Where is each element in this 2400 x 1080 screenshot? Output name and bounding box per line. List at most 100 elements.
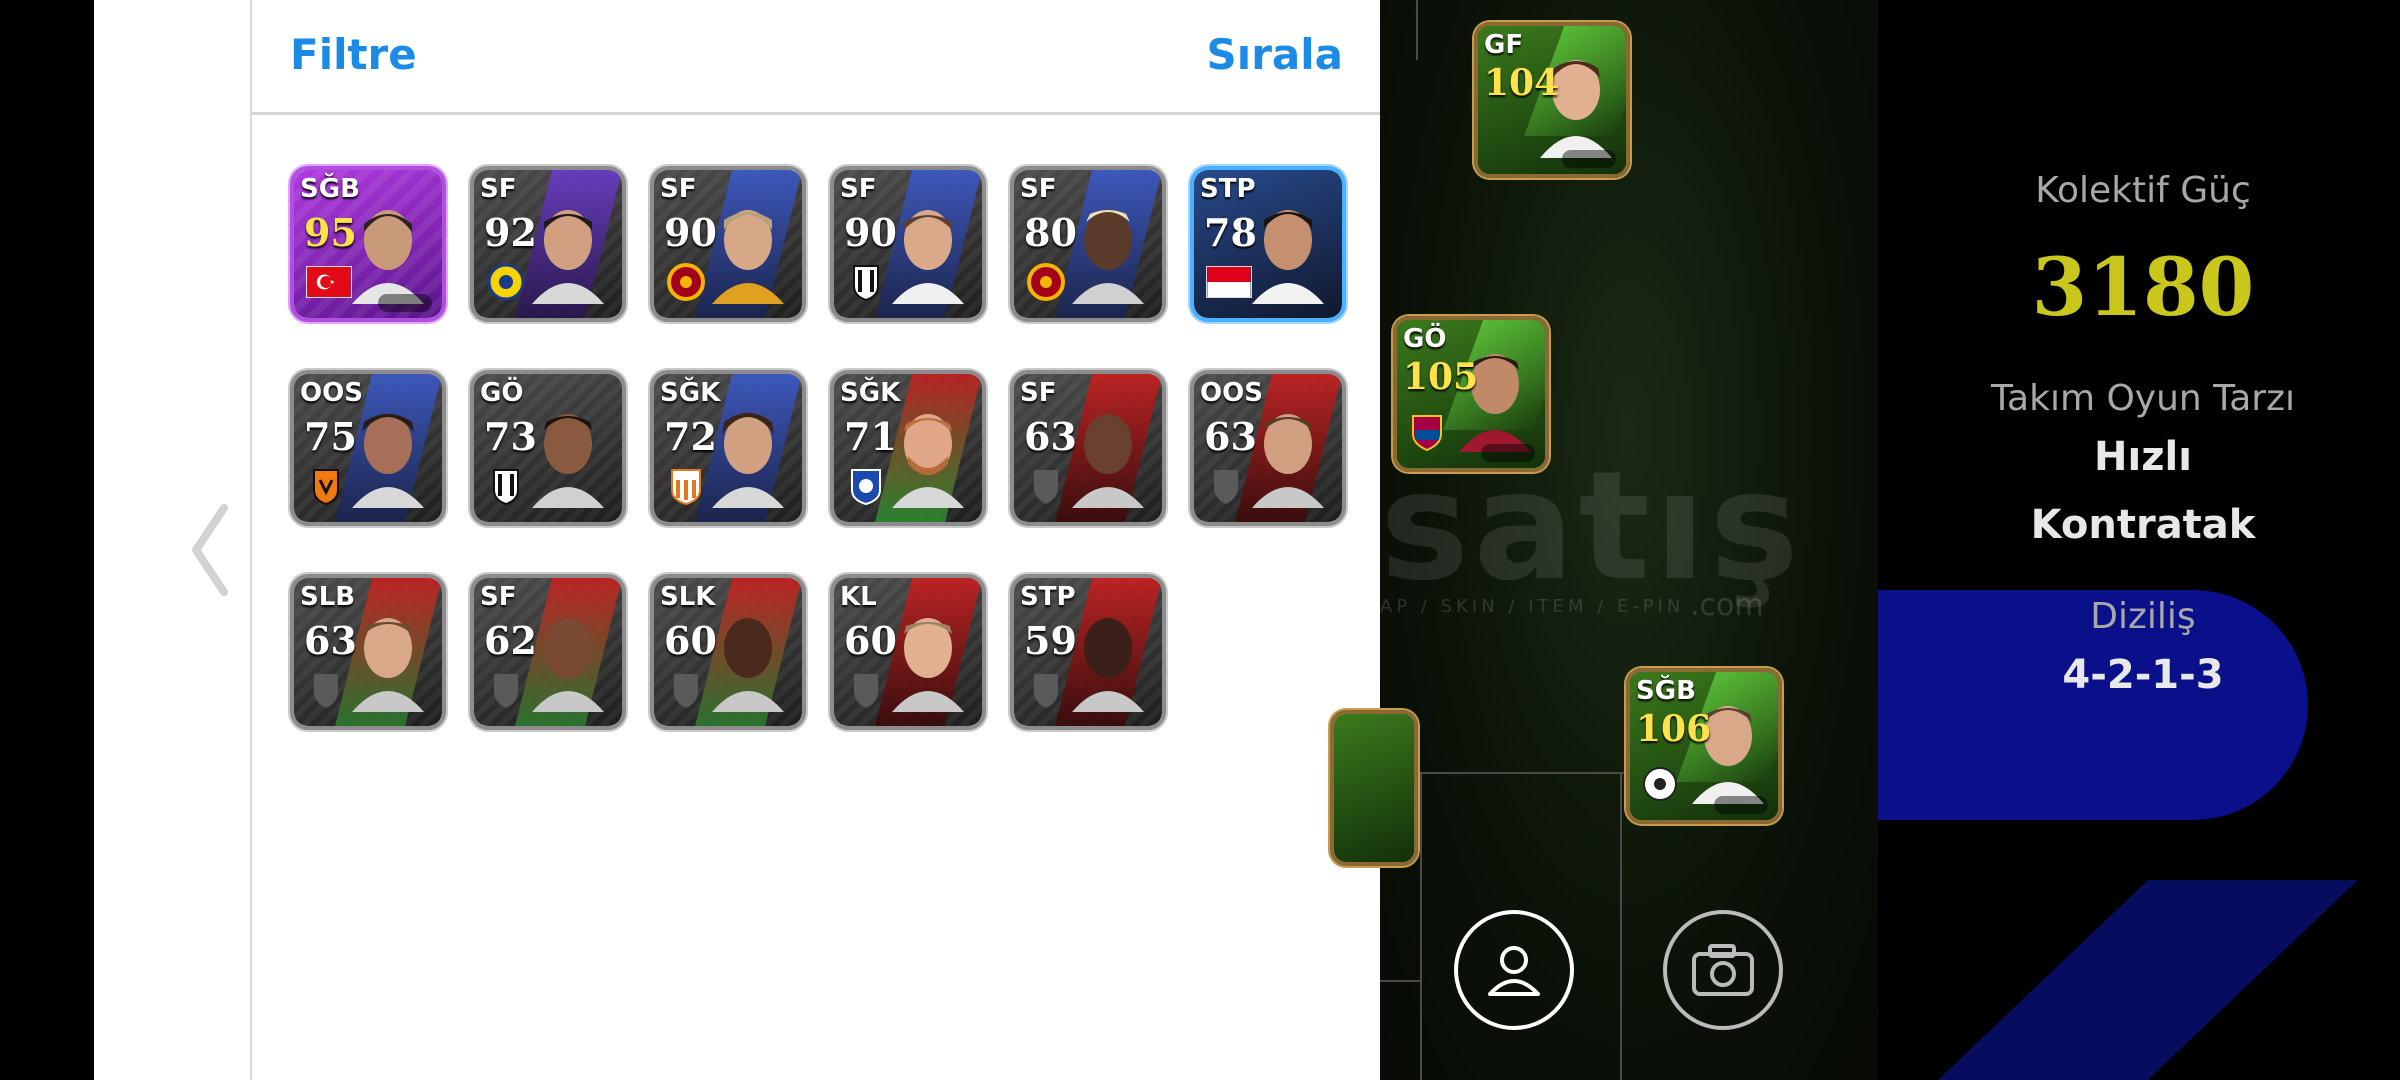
player-card[interactable]: GÖ 73 [470,370,626,526]
player-card[interactable]: OOS 75 [290,370,446,526]
collective-power-value: 3180 [2031,240,2255,334]
card-rating: 60 [844,618,897,663]
player-portrait-icon [892,414,964,508]
pitch-line [1416,0,1418,60]
card-position: SĞB [1636,676,1696,706]
card-rating: 90 [844,210,897,255]
card-position: OOS [300,378,363,408]
card-position: OOS [1200,378,1263,408]
shield-placeholder-icon [674,674,698,708]
card-rating: 75 [304,414,357,459]
card-position: STP [1020,582,1076,612]
player-portrait-icon [712,413,784,508]
collective-power-label: Kolektif Güç [2035,170,2251,211]
player-portrait-icon [1072,414,1144,508]
card-rating: 63 [1204,414,1257,459]
player-card[interactable]: SF 63 [1010,370,1166,526]
card-rating: 95 [304,210,357,255]
card-rating: 59 [1024,618,1077,663]
player-card[interactable]: SF 90 [650,166,806,322]
card-rating: 62 [484,618,537,663]
team-playstyle-value-2: Kontratak [2030,502,2256,548]
player-card[interactable]: OOS 63 [1190,370,1346,526]
player-portrait-icon [712,210,784,304]
formation-card[interactable]: SĞB 106 [1626,668,1782,824]
card-position: SF [480,582,517,612]
team-info-panel: Kolektif Güç 3180 Takım Oyun Tarzı Hızlı… [1878,0,2400,1080]
screenshot-button[interactable] [1663,910,1783,1030]
barcelona-badge-icon [1412,415,1442,452]
player-portrait-icon [712,618,784,712]
formation-card-partial[interactable] [1330,710,1418,866]
player-card[interactable]: SF 62 [470,574,626,730]
card-position: GÖ [480,378,524,408]
card-rating: 106 [1636,708,1712,750]
formation-value[interactable]: 4-2-1-3 [1878,652,2400,698]
player-portrait-icon [532,618,604,712]
player-portrait-icon [1252,210,1324,304]
player-card[interactable]: SĞK 72 [650,370,806,526]
shield-placeholder-icon [1034,674,1058,708]
team-playstyle-value-1: Hızlı [2094,434,2192,480]
card-position: SLK [660,582,716,612]
card-rating: 105 [1403,356,1479,398]
card-rating: 104 [1484,62,1560,104]
club-badge-icon [851,469,881,506]
player-card[interactable]: SF 80 [1010,166,1166,322]
left-gutter [0,0,94,1080]
player-portrait-icon [1072,618,1144,712]
pitch-line [1620,772,1622,1080]
formation-label: Diziliş [2090,596,2196,637]
player-card[interactable]: STP 78 [1190,166,1346,322]
card-skill-chips [1562,150,1616,168]
camera-icon [1692,944,1754,996]
player-card[interactable]: KL 60 [830,574,986,730]
player-portrait-icon [352,618,424,712]
card-position: KL [840,582,877,612]
besiktas-badge-icon [493,469,519,506]
card-rating: 60 [664,618,717,663]
team-playstyle-label: Takım Oyun Tarzı [1991,378,2295,419]
card-position: GF [1484,30,1524,60]
player-portrait-icon [532,210,604,304]
card-rating: 63 [304,618,357,663]
back-chevron-icon[interactable] [188,500,238,600]
card-rating: 63 [1024,414,1077,459]
card-position: SLB [300,582,356,612]
player-card[interactable]: SF 90 [830,166,986,322]
filter-button[interactable]: Filtre [290,30,417,79]
watermark-subtitle: AP / SKIN / ITEM / E-PIN [1380,596,1685,617]
card-rating: 92 [484,210,537,255]
galatasaray-badge-icon [1027,263,1065,301]
pitch-line [1380,980,1420,982]
player-card[interactable]: SĞB 95 [290,166,446,322]
card-position: GÖ [1403,324,1447,354]
player-profile-button[interactable] [1454,910,1574,1030]
card-position: SF [1020,174,1057,204]
card-rating: 90 [664,210,717,255]
card-skill-chips [378,294,432,312]
card-position: SĞK [840,378,901,408]
player-portrait-icon [892,618,964,712]
shield-placeholder-icon [314,674,338,708]
player-card[interactable]: SĞK 71 [830,370,986,526]
indonesia-flag-icon [1206,266,1252,298]
formation-card[interactable]: GÖ 105 [1393,316,1549,472]
card-position: SF [1020,378,1057,408]
panel-header: Filtre Sırala [252,0,1380,115]
card-position: SĞB [300,174,360,204]
besiktas-badge-icon [853,265,879,302]
player-card[interactable]: SF 92 [470,166,626,322]
shield-placeholder-icon [1034,470,1058,504]
card-position: SF [480,174,517,204]
shield-placeholder-icon [1214,470,1238,504]
player-card[interactable]: SLB 63 [290,574,446,730]
club-badge-icon [313,469,339,506]
sort-button[interactable]: Sırala [1207,30,1343,79]
player-list-panel [94,0,1380,1080]
player-card[interactable]: SLK 60 [650,574,806,730]
watermark-domain: .com [1690,588,1764,623]
formation-card[interactable]: GF 104 [1474,22,1630,178]
card-skill-chips [1481,444,1535,462]
player-card[interactable]: STP 59 [1010,574,1166,730]
